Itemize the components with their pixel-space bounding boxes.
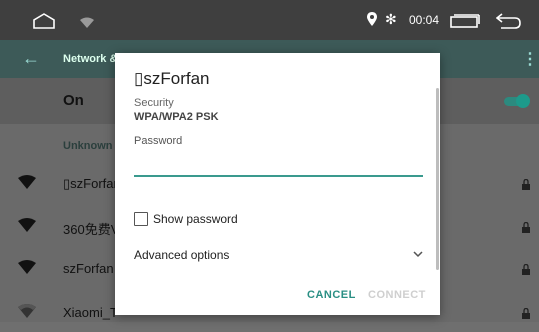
- wifi-signal-icon: [18, 304, 36, 323]
- lock-icon: [522, 306, 530, 324]
- status-time: 00:04: [409, 13, 440, 27]
- app-bar-title: Network &: [63, 53, 118, 65]
- wifi-toggle-label: On: [63, 92, 84, 109]
- status-bar: ✻ 00:04: [0, 0, 539, 40]
- show-password-label: Show password: [153, 212, 238, 226]
- advanced-options-toggle[interactable]: Advanced options: [134, 248, 229, 262]
- chevron-down-icon[interactable]: [412, 247, 424, 265]
- cancel-button[interactable]: CANCEL: [307, 289, 356, 301]
- network-name: 360免费V: [63, 222, 120, 237]
- show-password-checkbox[interactable]: [134, 212, 148, 226]
- security-value: WPA/WPA2 PSK: [134, 111, 219, 123]
- wifi-signal-icon: [18, 175, 36, 194]
- wifi-signal-icon: [18, 260, 36, 279]
- lock-icon: [522, 177, 530, 195]
- back-arrow-icon[interactable]: ←: [22, 48, 40, 69]
- bluetooth-icon: ✻: [385, 11, 397, 27]
- recent-apps-icon[interactable]: [450, 14, 480, 33]
- wifi-signal-icon: [18, 218, 36, 237]
- password-label: Password: [134, 135, 183, 147]
- back-icon[interactable]: [495, 13, 522, 34]
- security-label: Security: [134, 97, 174, 109]
- more-vert-icon[interactable]: ⋮: [522, 49, 538, 69]
- dialog-scrollbar[interactable]: [436, 88, 439, 270]
- dialog-title: ▯szForfan: [134, 69, 210, 88]
- password-input[interactable]: [134, 151, 423, 177]
- section-label: Unknown: [63, 140, 113, 152]
- network-name: szForfan: [63, 261, 114, 276]
- network-name: ▯szForfar: [63, 176, 118, 191]
- connect-button[interactable]: CONNECT: [368, 289, 426, 301]
- network-name: Xiaomi_T: [63, 305, 118, 320]
- wifi-icon: [80, 15, 94, 33]
- location-icon: [367, 12, 377, 31]
- lock-icon: [522, 262, 530, 280]
- lock-icon: [522, 220, 530, 238]
- wifi-password-dialog: ▯szForfan Security WPA/WPA2 PSK Password…: [115, 53, 440, 315]
- wifi-toggle-switch[interactable]: [504, 94, 530, 108]
- home-icon[interactable]: [32, 13, 56, 34]
